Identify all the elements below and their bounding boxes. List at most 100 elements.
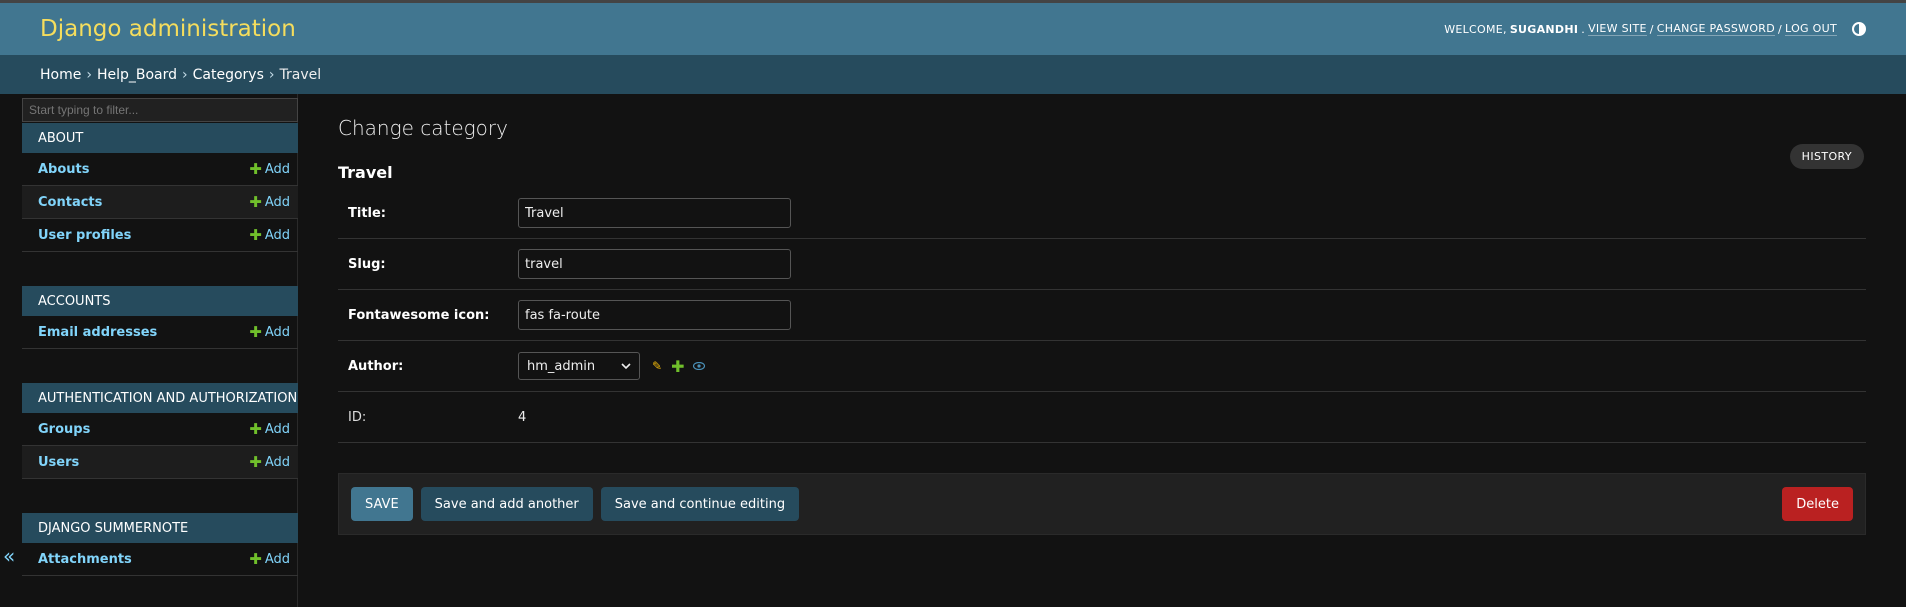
sidebar-item-attachments: Attachments ✚ Add (22, 543, 298, 576)
plus-icon[interactable]: ✚ (671, 357, 684, 376)
form-row-id: ID: 4 (338, 392, 1866, 443)
add-link[interactable]: ✚ Add (249, 550, 290, 568)
module-django-summernote: DJANGO SUMMERNOTE Attachments ✚ Add (22, 513, 298, 576)
sidebar-item-abouts: Abouts ✚ Add (22, 153, 298, 186)
content: Change category HISTORY Travel Title: Sl… (298, 94, 1906, 607)
module-caption[interactable]: AUTHENTICATION AND AUTHORIZATION (22, 383, 298, 413)
double-chevron-left-icon[interactable]: « (3, 544, 15, 568)
module-auth: AUTHENTICATION AND AUTHORIZATION Groups … (22, 383, 298, 479)
site-branding[interactable]: Django administration (40, 16, 296, 42)
sidebar-item-users: Users ✚ Add (22, 446, 298, 479)
breadcrumb-separator: › (268, 66, 275, 83)
model-link[interactable]: Abouts (38, 162, 90, 177)
form-row-author: Author: hm_admin ✎ ✚ (338, 341, 1866, 392)
slug-input[interactable] (518, 249, 791, 279)
module-caption[interactable]: DJANGO SUMMERNOTE (22, 513, 298, 543)
welcome-text: WELCOME, (1444, 22, 1507, 36)
module-gap (22, 349, 297, 382)
save-and-continue-button[interactable]: Save and continue editing (600, 487, 800, 521)
slug-label: Slug: (348, 256, 386, 272)
author-select[interactable]: hm_admin (518, 352, 640, 380)
history-button[interactable]: HISTORY (1789, 144, 1864, 169)
save-button[interactable]: SAVE (351, 487, 413, 521)
fontawesome-icon-input[interactable] (518, 300, 791, 330)
change-password-link[interactable]: CHANGE PASSWORD (1656, 22, 1776, 36)
period: . (1581, 22, 1586, 36)
add-label: Add (264, 324, 290, 340)
plus-icon: ✚ (249, 420, 262, 438)
breadcrumb-home[interactable]: Home (40, 67, 81, 83)
chevron-down-icon (621, 359, 631, 374)
plus-icon: ✚ (249, 160, 262, 178)
main-container: ABOUT Abouts ✚Add Contacts ✚Add User pro… (0, 94, 1906, 607)
contrast-icon[interactable] (1852, 22, 1866, 36)
breadcrumb-current: Travel (279, 66, 322, 83)
view-site-link[interactable]: VIEW SITE (1588, 22, 1647, 36)
plus-icon: ✚ (249, 226, 262, 244)
fontawesome-icon-label: Fontawesome icon: (348, 307, 490, 323)
module-caption[interactable]: ABOUT (22, 123, 298, 153)
add-link[interactable]: ✚ Add (249, 160, 290, 178)
add-link[interactable]: ✚ Add (249, 453, 290, 471)
breadcrumb-help-board[interactable]: Help_Board (97, 67, 177, 83)
model-link[interactable]: Users (38, 455, 79, 470)
module-gap (22, 252, 297, 285)
plus-icon: ✚ (249, 193, 262, 211)
sidebar-item-contacts: Contacts ✚ Add (22, 186, 298, 219)
breadcrumb-categorys[interactable]: Categorys (193, 67, 264, 83)
header: Django administration WELCOME, SUGANDHI.… (0, 3, 1906, 55)
module-about: ABOUT Abouts ✚ Add Contacts ✚ Add User pro… (22, 123, 298, 252)
model-link[interactable]: User profiles (38, 228, 131, 243)
model-link[interactable]: Contacts (38, 195, 102, 210)
add-link[interactable]: ✚ Add (249, 323, 290, 341)
module-caption[interactable]: ACCOUNTS (22, 286, 298, 316)
sidebar-item-user-profiles: User profiles ✚ Add (22, 219, 298, 252)
sidebar-filter-input[interactable] (22, 98, 298, 122)
submit-row: SAVE Save and add another Save and conti… (338, 473, 1866, 535)
object-title: Travel (338, 163, 393, 182)
add-label: Add (264, 194, 290, 210)
add-label: Add (264, 161, 290, 177)
save-and-add-another-button[interactable]: Save and add another (420, 487, 593, 521)
separator: / (1778, 22, 1783, 36)
add-link[interactable]: ✚ Add (249, 420, 290, 438)
plus-icon: ✚ (249, 323, 262, 341)
title-input[interactable] (518, 198, 791, 228)
model-link[interactable]: Email addresses (38, 325, 157, 340)
form-row-slug: Slug: (338, 239, 1866, 290)
add-link[interactable]: ✚ Add (249, 193, 290, 211)
eye-icon[interactable] (693, 359, 706, 374)
sidebar-item-email-addresses: Email addresses ✚ Add (22, 316, 298, 349)
breadcrumb-separator: › (182, 66, 188, 83)
add-label: Add (264, 421, 290, 437)
add-link[interactable]: ✚ Add (249, 226, 290, 244)
log-out-link[interactable]: LOG OUT (1785, 22, 1837, 36)
sidebar-item-groups: Groups ✚ Add (22, 413, 298, 446)
model-link[interactable]: Attachments (38, 552, 132, 567)
add-label: Add (264, 227, 290, 243)
add-label: Add (264, 454, 290, 470)
user-tools: WELCOME, SUGANDHI. VIEW SITE / CHANGE PA… (1444, 22, 1866, 36)
author-selected-value: hm_admin (527, 358, 596, 374)
related-widget-icons: ✎ ✚ (652, 357, 706, 376)
delete-button[interactable]: Delete (1782, 487, 1853, 521)
breadcrumb: Home › Help_Board › Categorys › Travel (0, 55, 1906, 94)
author-label: Author: (348, 358, 404, 374)
breadcrumb-separator: › (86, 66, 92, 83)
model-link[interactable]: Groups (38, 422, 90, 437)
sidebar: ABOUT Abouts ✚Add Contacts ✚Add User pro… (0, 94, 298, 607)
module-accounts: ACCOUNTS Email addresses ✚ Add (22, 286, 298, 349)
title-label: Title: (348, 205, 387, 221)
id-label: ID: (348, 409, 367, 425)
plus-icon: ✚ (249, 550, 262, 568)
form-row-title: Title: (338, 188, 1866, 239)
pencil-icon[interactable]: ✎ (652, 359, 662, 373)
add-label: Add (264, 551, 290, 567)
id-value: 4 (518, 409, 527, 425)
page-title: Change category (338, 116, 508, 140)
module-gap (22, 479, 297, 512)
separator: / (1649, 22, 1654, 36)
username: SUGANDHI (1509, 22, 1579, 36)
form-row-fontawesome-icon: Fontawesome icon: (338, 290, 1866, 341)
plus-icon: ✚ (249, 453, 262, 471)
